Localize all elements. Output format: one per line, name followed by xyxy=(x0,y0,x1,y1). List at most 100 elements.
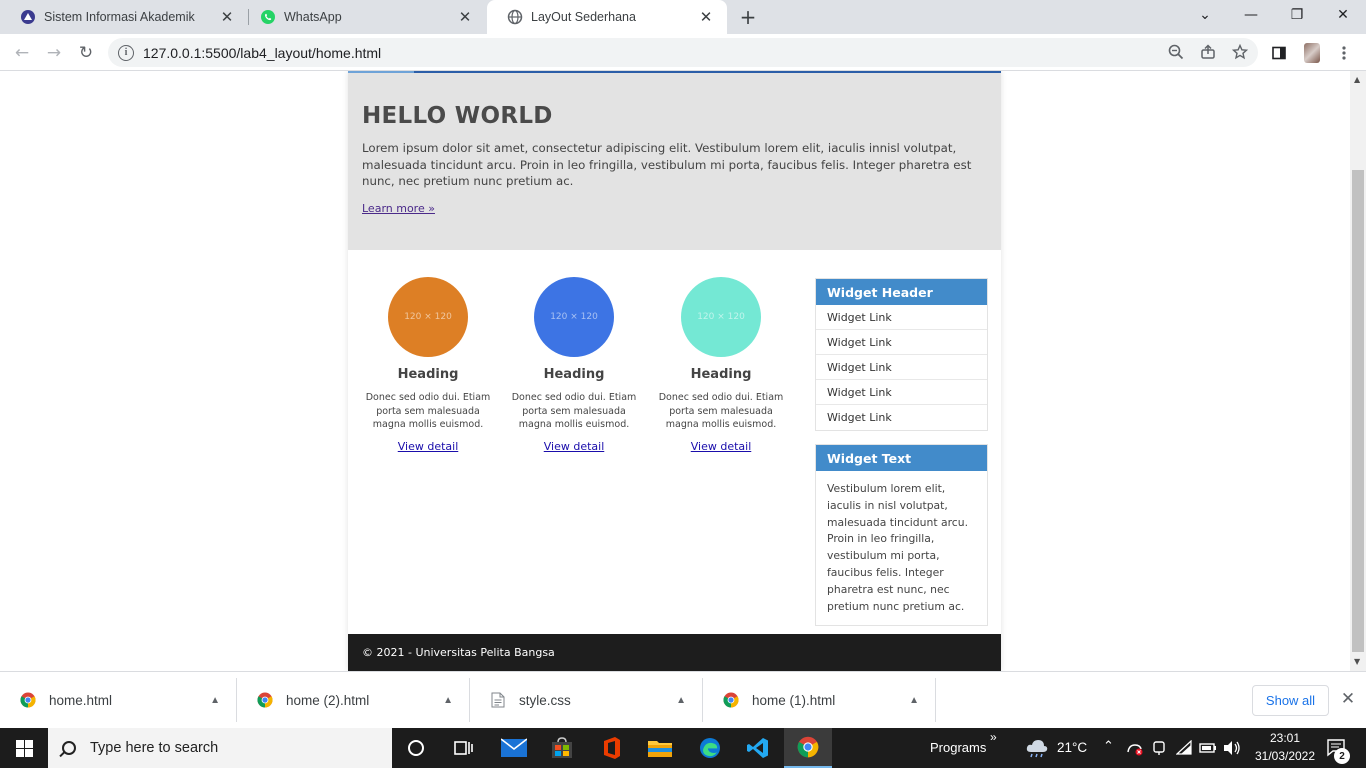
windows-start-icon[interactable] xyxy=(0,728,48,768)
network-error-icon[interactable] xyxy=(1124,728,1146,768)
placeholder-image-circle: 120 × 120 xyxy=(388,277,468,357)
widget-link[interactable]: Widget Link xyxy=(816,305,987,330)
chrome-icon xyxy=(723,692,739,708)
tab-whatsapp[interactable]: WhatsApp ✕ xyxy=(240,0,486,34)
browser-toolbar: ← → ↻ i 127.0.0.1:5500/lab4_layout/home.… xyxy=(0,34,1366,71)
site-info-icon[interactable]: i xyxy=(118,44,134,61)
file-icon xyxy=(490,692,506,708)
weather-cloud-icon[interactable] xyxy=(1020,728,1054,768)
url-text[interactable]: 127.0.0.1:5500/lab4_layout/home.html xyxy=(143,45,381,61)
bookmark-star-icon[interactable] xyxy=(1230,42,1250,62)
back-button[interactable]: ← xyxy=(8,39,36,67)
chevron-up-icon[interactable]: ▲ xyxy=(443,695,453,706)
wifi-icon[interactable] xyxy=(1172,728,1196,768)
close-tab-icon[interactable]: ✕ xyxy=(456,8,474,26)
chevron-up-icon[interactable]: ▲ xyxy=(909,695,919,706)
download-filename: home.html xyxy=(49,692,113,708)
globe-icon xyxy=(507,9,523,25)
widget-link[interactable]: Widget Link xyxy=(816,330,987,355)
widget-links: Widget Header Widget Link Widget Link Wi… xyxy=(815,278,988,431)
hero-text: Lorem ipsum dolor sit amet, consectetur … xyxy=(362,141,972,188)
store-app-icon[interactable] xyxy=(538,728,586,768)
vscode-icon[interactable] xyxy=(734,728,782,768)
address-bar[interactable]: i 127.0.0.1:5500/lab4_layout/home.html xyxy=(108,38,1258,67)
tab-layout-sederhana[interactable]: LayOut Sederhana ✕ xyxy=(487,0,727,34)
main-content: 120 × 120 Heading Donec sed odio dui. Et… xyxy=(348,250,1001,634)
new-tab-button[interactable]: + xyxy=(736,5,760,29)
close-window-button[interactable]: ✕ xyxy=(1320,0,1366,30)
view-detail-link[interactable]: View detail xyxy=(544,440,605,453)
university-logo-icon xyxy=(20,9,36,25)
restore-button[interactable]: ❐ xyxy=(1274,0,1320,30)
clock-date[interactable]: 31/03/2022 xyxy=(1250,749,1320,763)
close-tab-icon[interactable]: ✕ xyxy=(697,8,715,26)
chevron-up-icon[interactable]: ▲ xyxy=(676,695,686,706)
menu-kebab-icon[interactable] xyxy=(1333,42,1355,64)
taskbar-search-input[interactable]: Type here to search xyxy=(48,728,392,768)
download-item-style-css[interactable]: style.css ▲ xyxy=(470,678,703,722)
scrollbar-thumb[interactable] xyxy=(1352,170,1364,652)
show-all-downloads-button[interactable]: Show all xyxy=(1252,685,1329,716)
programs-chevron-icon[interactable]: » xyxy=(990,730,997,744)
placeholder-image-circle: 120 × 120 xyxy=(681,277,761,357)
task-view-icon[interactable] xyxy=(440,728,488,768)
programs-toolbar[interactable]: Programs xyxy=(930,740,986,755)
office-app-icon[interactable] xyxy=(588,728,636,768)
tray-chevron-up-icon[interactable]: ⌃ xyxy=(1103,738,1114,754)
zoom-icon[interactable] xyxy=(1166,42,1186,62)
download-filename: home (1).html xyxy=(752,692,836,708)
download-item-home-1[interactable]: home (1).html ▲ xyxy=(703,678,936,722)
chrome-icon xyxy=(20,692,36,708)
chevron-up-icon[interactable]: ▲ xyxy=(210,695,220,706)
tab-search-dropdown-icon[interactable]: ⌄ xyxy=(1182,0,1228,30)
minimize-button[interactable]: — xyxy=(1228,0,1274,30)
cortana-icon[interactable] xyxy=(392,728,440,768)
profile-avatar[interactable] xyxy=(1301,42,1323,64)
search-placeholder: Type here to search xyxy=(90,740,219,756)
widget-link[interactable]: Widget Link xyxy=(816,380,987,405)
page-footer: © 2021 - Universitas Pelita Bangsa xyxy=(348,634,1001,671)
scroll-down-arrow-icon[interactable]: ▼ xyxy=(1354,657,1360,666)
search-icon xyxy=(62,741,76,755)
tab-title: WhatsApp xyxy=(284,10,342,24)
battery-icon[interactable] xyxy=(1196,728,1220,768)
volume-icon[interactable] xyxy=(1220,728,1244,768)
feature-card-1: 120 × 120 Heading Donec sed odio dui. Et… xyxy=(361,277,495,454)
close-download-bar-icon[interactable]: ✕ xyxy=(1338,689,1358,709)
widget-link[interactable]: Widget Link xyxy=(816,405,987,430)
windows-taskbar: Type here to search Programs » 21°C ⌃ 23… xyxy=(0,728,1366,768)
card-text: Donec sed odio dui. Etiam porta sem male… xyxy=(658,392,784,430)
view-detail-link[interactable]: View detail xyxy=(398,440,459,453)
page-scrollbar[interactable]: ▲ ▼ xyxy=(1350,71,1366,671)
file-explorer-icon[interactable] xyxy=(636,728,684,768)
view-detail-link[interactable]: View detail xyxy=(691,440,752,453)
reload-button[interactable]: ↻ xyxy=(72,39,100,67)
side-panel-icon[interactable] xyxy=(1268,42,1290,64)
widget-text-body: Vestibulum lorem elit, iaculis in nisl v… xyxy=(827,482,969,613)
widget-text: Widget Text Vestibulum lorem elit, iacul… xyxy=(815,444,988,627)
download-filename: style.css xyxy=(519,692,571,708)
chrome-taskbar-icon[interactable] xyxy=(784,728,832,768)
share-icon[interactable] xyxy=(1198,42,1218,62)
download-item-home-2[interactable]: home (2).html ▲ xyxy=(237,678,470,722)
edge-browser-icon[interactable] xyxy=(686,728,734,768)
card-text: Donec sed odio dui. Etiam porta sem male… xyxy=(365,392,491,430)
widget-text-header: Widget Text xyxy=(816,445,987,471)
clock-time[interactable]: 23:01 xyxy=(1262,731,1308,745)
chrome-icon xyxy=(257,692,273,708)
download-item-home[interactable]: home.html ▲ xyxy=(0,678,237,722)
tab-sistem-informasi[interactable]: Sistem Informasi Akademik ✕ xyxy=(0,0,248,34)
download-bar: home.html ▲ home (2).html ▲ style.css ▲ … xyxy=(0,671,1366,728)
mail-app-icon[interactable] xyxy=(490,728,538,768)
weather-temperature[interactable]: 21°C xyxy=(1057,740,1087,755)
tab-title: Sistem Informasi Akademik xyxy=(44,10,195,24)
scroll-up-arrow-icon[interactable]: ▲ xyxy=(1354,75,1360,84)
widget-link[interactable]: Widget Link xyxy=(816,355,987,380)
card-heading: Heading xyxy=(397,367,459,382)
tab-strip: Sistem Informasi Akademik ✕ WhatsApp ✕ L… xyxy=(0,0,1366,34)
forward-button[interactable]: → xyxy=(40,39,68,67)
device-icon[interactable] xyxy=(1148,728,1170,768)
widget-header: Widget Header xyxy=(816,279,987,305)
learn-more-link[interactable]: Learn more » xyxy=(362,202,435,215)
close-tab-icon[interactable]: ✕ xyxy=(218,8,236,26)
